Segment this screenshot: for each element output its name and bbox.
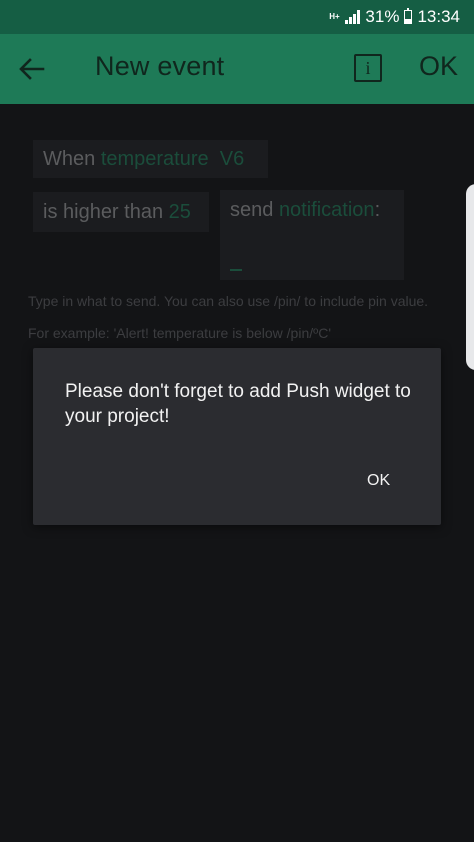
page-title: New event xyxy=(95,51,225,81)
dialog-message: Please don't forget to add Push widget t… xyxy=(65,381,411,427)
text-cursor xyxy=(230,269,242,271)
alert-dialog: Please don't forget to add Push widget t… xyxy=(33,348,441,525)
info-button[interactable]: i xyxy=(354,54,382,82)
status-icons: H+ 31% 13:34 xyxy=(328,5,460,29)
sensor-name[interactable]: temperature xyxy=(101,148,209,171)
send-pill[interactable]: send notification : xyxy=(220,190,404,280)
threshold-value[interactable]: 25 xyxy=(169,201,191,224)
battery-percent: 31% xyxy=(365,7,400,26)
signal-icon xyxy=(345,10,361,24)
battery-icon xyxy=(404,8,413,24)
when-label: When xyxy=(43,147,96,170)
edge-panel-handle[interactable] xyxy=(466,184,474,370)
dialog-ok-button[interactable]: OK xyxy=(367,472,390,490)
status-bar: H+ 31% 13:34 xyxy=(0,0,474,34)
pin-label[interactable]: V6 xyxy=(220,148,244,171)
action-type[interactable]: notification xyxy=(279,199,375,222)
app-bar: New event i OK xyxy=(0,34,474,104)
colon: : xyxy=(374,199,381,221)
back-arrow-icon[interactable] xyxy=(18,56,46,82)
condition-pill[interactable]: is higher than 25 xyxy=(33,192,209,232)
example-text: For example: 'Alert! temperature is belo… xyxy=(28,325,332,341)
hint-text: Type in what to send. You can also use /… xyxy=(28,293,429,309)
network-type-icon: H+ xyxy=(329,12,340,21)
ok-button[interactable]: OK xyxy=(419,51,458,82)
when-pill[interactable]: When temperature V6 xyxy=(33,140,268,178)
condition-label: is higher than xyxy=(43,200,164,223)
send-label: send xyxy=(230,199,274,221)
clock: 13:34 xyxy=(417,7,460,26)
